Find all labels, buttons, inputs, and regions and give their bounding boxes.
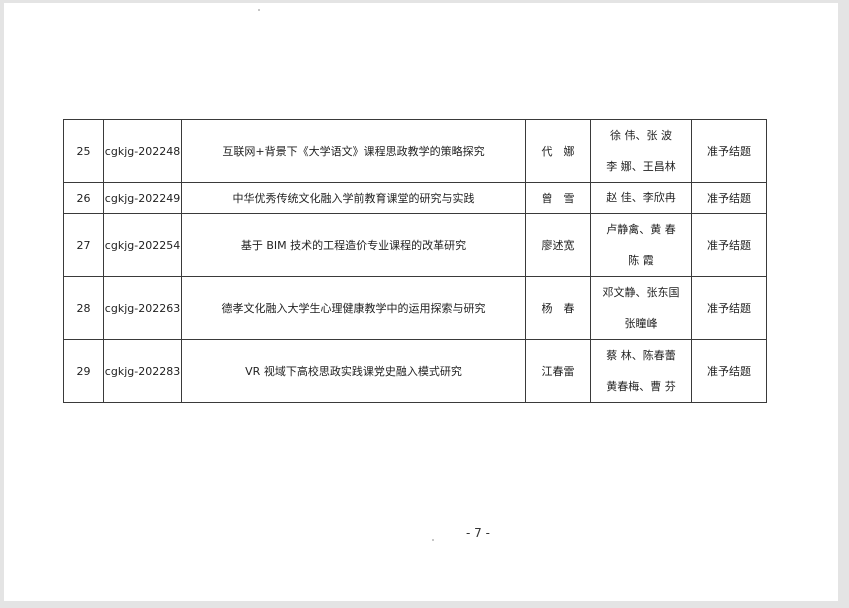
member-line: 李 娜、王昌林 (606, 159, 676, 173)
project-leader: 廖述宽 (525, 213, 591, 277)
project-title: VR 视域下高校思政实践课党史融入模式研究 (181, 339, 526, 403)
project-code: cgkjg-202248 (103, 119, 182, 183)
project-members: 徐 伟、张 波 李 娜、王昌林 (590, 119, 692, 183)
project-result: 准予结题 (691, 119, 767, 183)
project-table: 25 cgkjg-202248 互联网+背景下《大学语文》课程思政教学的策略探究… (63, 119, 767, 403)
row-number: 28 (63, 276, 104, 340)
row-number: 29 (63, 339, 104, 403)
member-line: 张瞳峰 (624, 316, 658, 330)
member-line: 卢静禽、黄 春 (606, 222, 676, 236)
project-code: cgkjg-202254 (103, 213, 182, 277)
table-row: 29 cgkjg-202283 VR 视域下高校思政实践课党史融入模式研究 江春… (63, 339, 767, 403)
project-leader: 杨 春 (525, 276, 591, 340)
project-result: 准予结题 (691, 213, 767, 277)
project-members: 赵 佳、李欣冉 (590, 182, 692, 214)
project-members: 蔡 林、陈春蕾 黄春梅、曹 芬 (590, 339, 692, 403)
member-line: 邓文静、张东国 (602, 285, 680, 299)
project-title: 基于 BIM 技术的工程造价专业课程的改革研究 (181, 213, 526, 277)
project-result: 准予结题 (691, 339, 767, 403)
member-line: 陈 霞 (628, 253, 654, 267)
table-row: 25 cgkjg-202248 互联网+背景下《大学语文》课程思政教学的策略探究… (63, 119, 767, 183)
row-number: 25 (63, 119, 104, 183)
member-line: 赵 佳、李欣冉 (606, 191, 676, 204)
project-leader: 江春雷 (525, 339, 591, 403)
project-leader: 曾 雪 (525, 182, 591, 214)
project-code: cgkjg-202283 (103, 339, 182, 403)
project-code: cgkjg-202263 (103, 276, 182, 340)
project-title: 互联网+背景下《大学语文》课程思政教学的策略探究 (181, 119, 526, 183)
member-line: 徐 伟、张 波 (610, 128, 672, 142)
table-row: 27 cgkjg-202254 基于 BIM 技术的工程造价专业课程的改革研究 … (63, 213, 767, 277)
project-title: 中华优秀传统文化融入学前教育课堂的研究与实践 (181, 182, 526, 214)
member-line: 黄春梅、曹 芬 (606, 379, 676, 393)
table-row: 26 cgkjg-202249 中华优秀传统文化融入学前教育课堂的研究与实践 曾… (63, 182, 767, 214)
scan-speck (258, 9, 260, 11)
project-result: 准予结题 (691, 182, 767, 214)
row-number: 26 (63, 182, 104, 214)
project-result: 准予结题 (691, 276, 767, 340)
project-leader: 代 娜 (525, 119, 591, 183)
scan-speck (432, 539, 434, 541)
project-code: cgkjg-202249 (103, 182, 182, 214)
project-members: 卢静禽、黄 春 陈 霞 (590, 213, 692, 277)
table-row: 28 cgkjg-202263 德孝文化融入大学生心理健康教学中的运用探索与研究… (63, 276, 767, 340)
project-members: 邓文静、张东国 张瞳峰 (590, 276, 692, 340)
member-line: 蔡 林、陈春蕾 (606, 348, 676, 362)
row-number: 27 (63, 213, 104, 277)
project-title: 德孝文化融入大学生心理健康教学中的运用探索与研究 (181, 276, 526, 340)
page-number: - 7 - (466, 526, 490, 540)
